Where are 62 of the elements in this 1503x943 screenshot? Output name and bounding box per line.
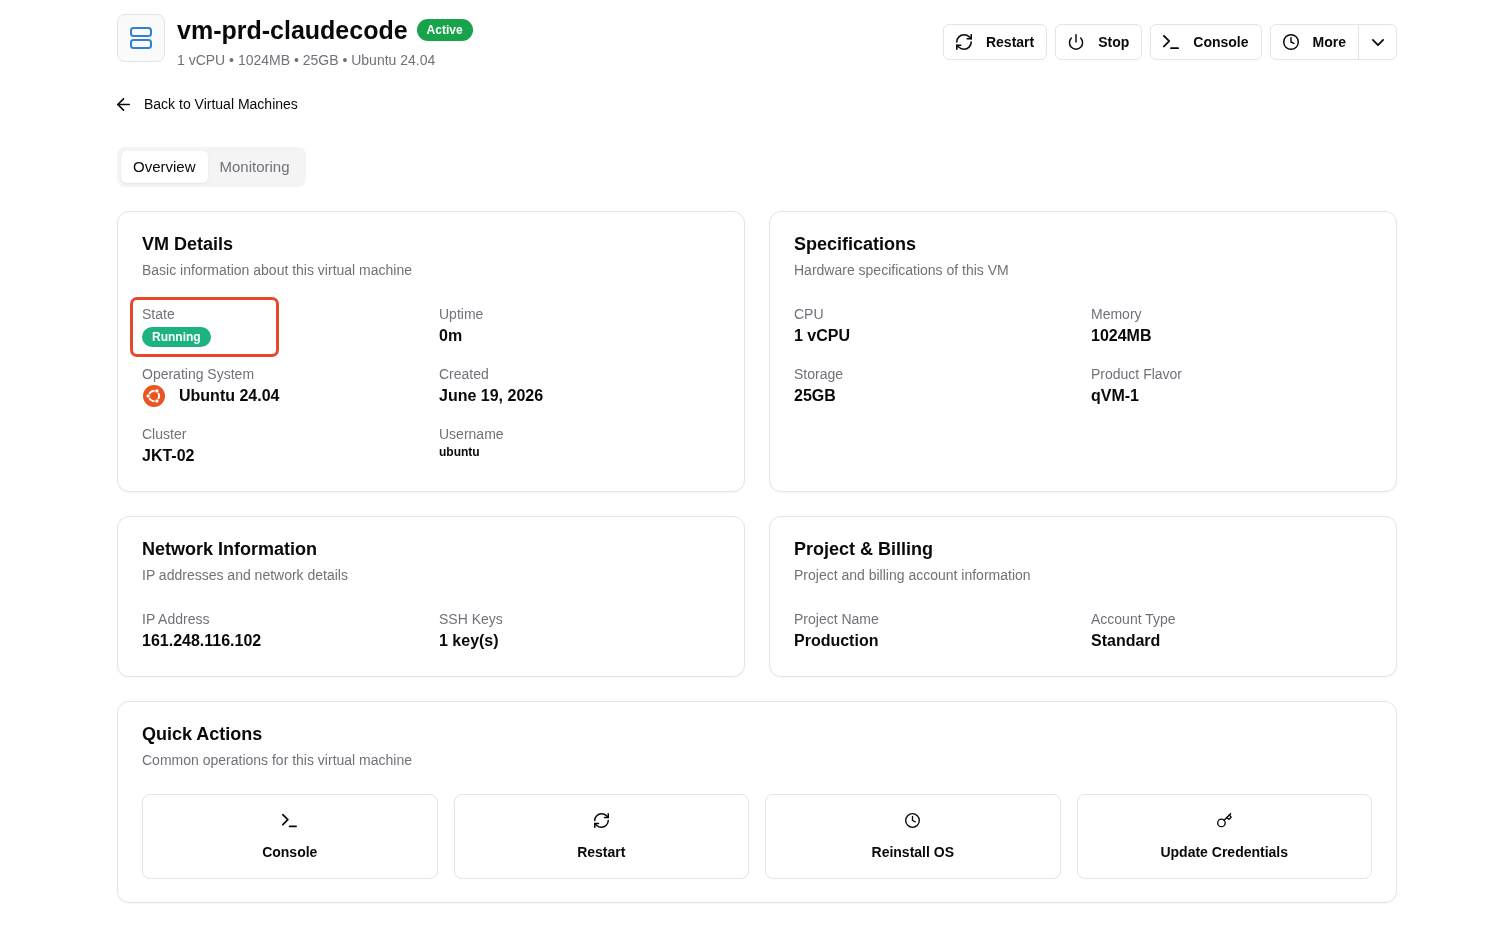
terminal-icon xyxy=(282,812,298,828)
action-button[interactable]: Console xyxy=(1150,24,1262,60)
vm-summary: 1 vCPU • 1024MB • 25GB • Ubuntu 24.04 xyxy=(177,51,437,70)
clock-icon xyxy=(905,812,921,828)
field-value: Standard xyxy=(1091,630,1161,651)
field-value: 1 vCPU xyxy=(794,325,851,346)
card-description: Common operations for this virtual machine xyxy=(142,750,413,770)
field-label: Storage xyxy=(794,364,844,384)
key-icon xyxy=(1216,812,1232,828)
card-title: Project & Billing xyxy=(794,537,935,561)
chevron-down-icon xyxy=(1371,38,1384,46)
server-icon xyxy=(117,14,165,62)
card-title: Network Information xyxy=(142,537,318,561)
field-value: Production xyxy=(794,630,879,651)
os-logo-icon xyxy=(143,384,165,407)
field-value: 25GB xyxy=(794,385,836,406)
quick-action-button[interactable]: Restart xyxy=(453,793,749,879)
status-badge: Active xyxy=(416,19,473,41)
state-badge: Running xyxy=(142,326,211,347)
field-label: Product Flavor xyxy=(1091,364,1183,384)
field-label: Account Type xyxy=(1091,609,1176,629)
field-label: Created xyxy=(439,364,489,384)
field-label: State xyxy=(142,304,175,324)
refresh-icon xyxy=(955,34,972,50)
quick-action-button[interactable]: Console xyxy=(142,793,438,879)
card-title: Specifications xyxy=(794,232,918,256)
refresh-icon xyxy=(593,812,609,828)
field-value: JKT-02 xyxy=(142,445,195,466)
field-label: CPU xyxy=(794,304,824,324)
field-value: 161.248.116.102 xyxy=(142,630,262,651)
back-link[interactable]: Back to Virtual Machines xyxy=(117,94,298,114)
card-description: Hardware specifications of this VM xyxy=(794,260,1010,280)
field-label: Cluster xyxy=(142,424,187,444)
card-description: Basic information about this virtual machine xyxy=(142,260,414,280)
field-label: Project Name xyxy=(794,609,879,629)
card-title: VM Details xyxy=(142,232,235,256)
field-value: 1 key(s) xyxy=(439,630,499,651)
action-button[interactable]: Stop xyxy=(1055,24,1143,60)
field-label: Username xyxy=(439,424,504,444)
card-description: IP addresses and network details xyxy=(142,565,349,585)
field-value: June 19, 2026 xyxy=(439,385,544,406)
tab[interactable]: Overview xyxy=(121,150,208,183)
field-label: IP Address xyxy=(142,609,210,629)
quick-action-button[interactable]: Reinstall OS xyxy=(765,793,1061,879)
field-label: SSH Keys xyxy=(439,609,503,629)
field-label: Operating System xyxy=(142,364,255,384)
card-title: Quick Actions xyxy=(142,722,264,746)
field-value: 0m xyxy=(439,325,463,346)
quick-action-button[interactable]: Update Credentials xyxy=(1076,793,1372,879)
field-label: Uptime xyxy=(439,304,484,324)
clock-icon xyxy=(1282,34,1299,50)
field-label: Memory xyxy=(1091,304,1142,324)
tab[interactable]: Monitoring xyxy=(207,150,302,183)
terminal-icon xyxy=(1163,34,1180,50)
field-value: Ubuntu 24.04 xyxy=(179,385,280,406)
action-button[interactable]: Restart xyxy=(942,24,1048,60)
field-value: 1024MB xyxy=(1091,325,1152,346)
field-value: qVM-1 xyxy=(1091,385,1139,406)
field-value: ubuntu xyxy=(439,443,480,460)
power-icon xyxy=(1068,34,1085,50)
card-description: Project and billing account information xyxy=(794,565,1032,585)
vm-title: vm-prd-claudecode xyxy=(177,15,408,46)
